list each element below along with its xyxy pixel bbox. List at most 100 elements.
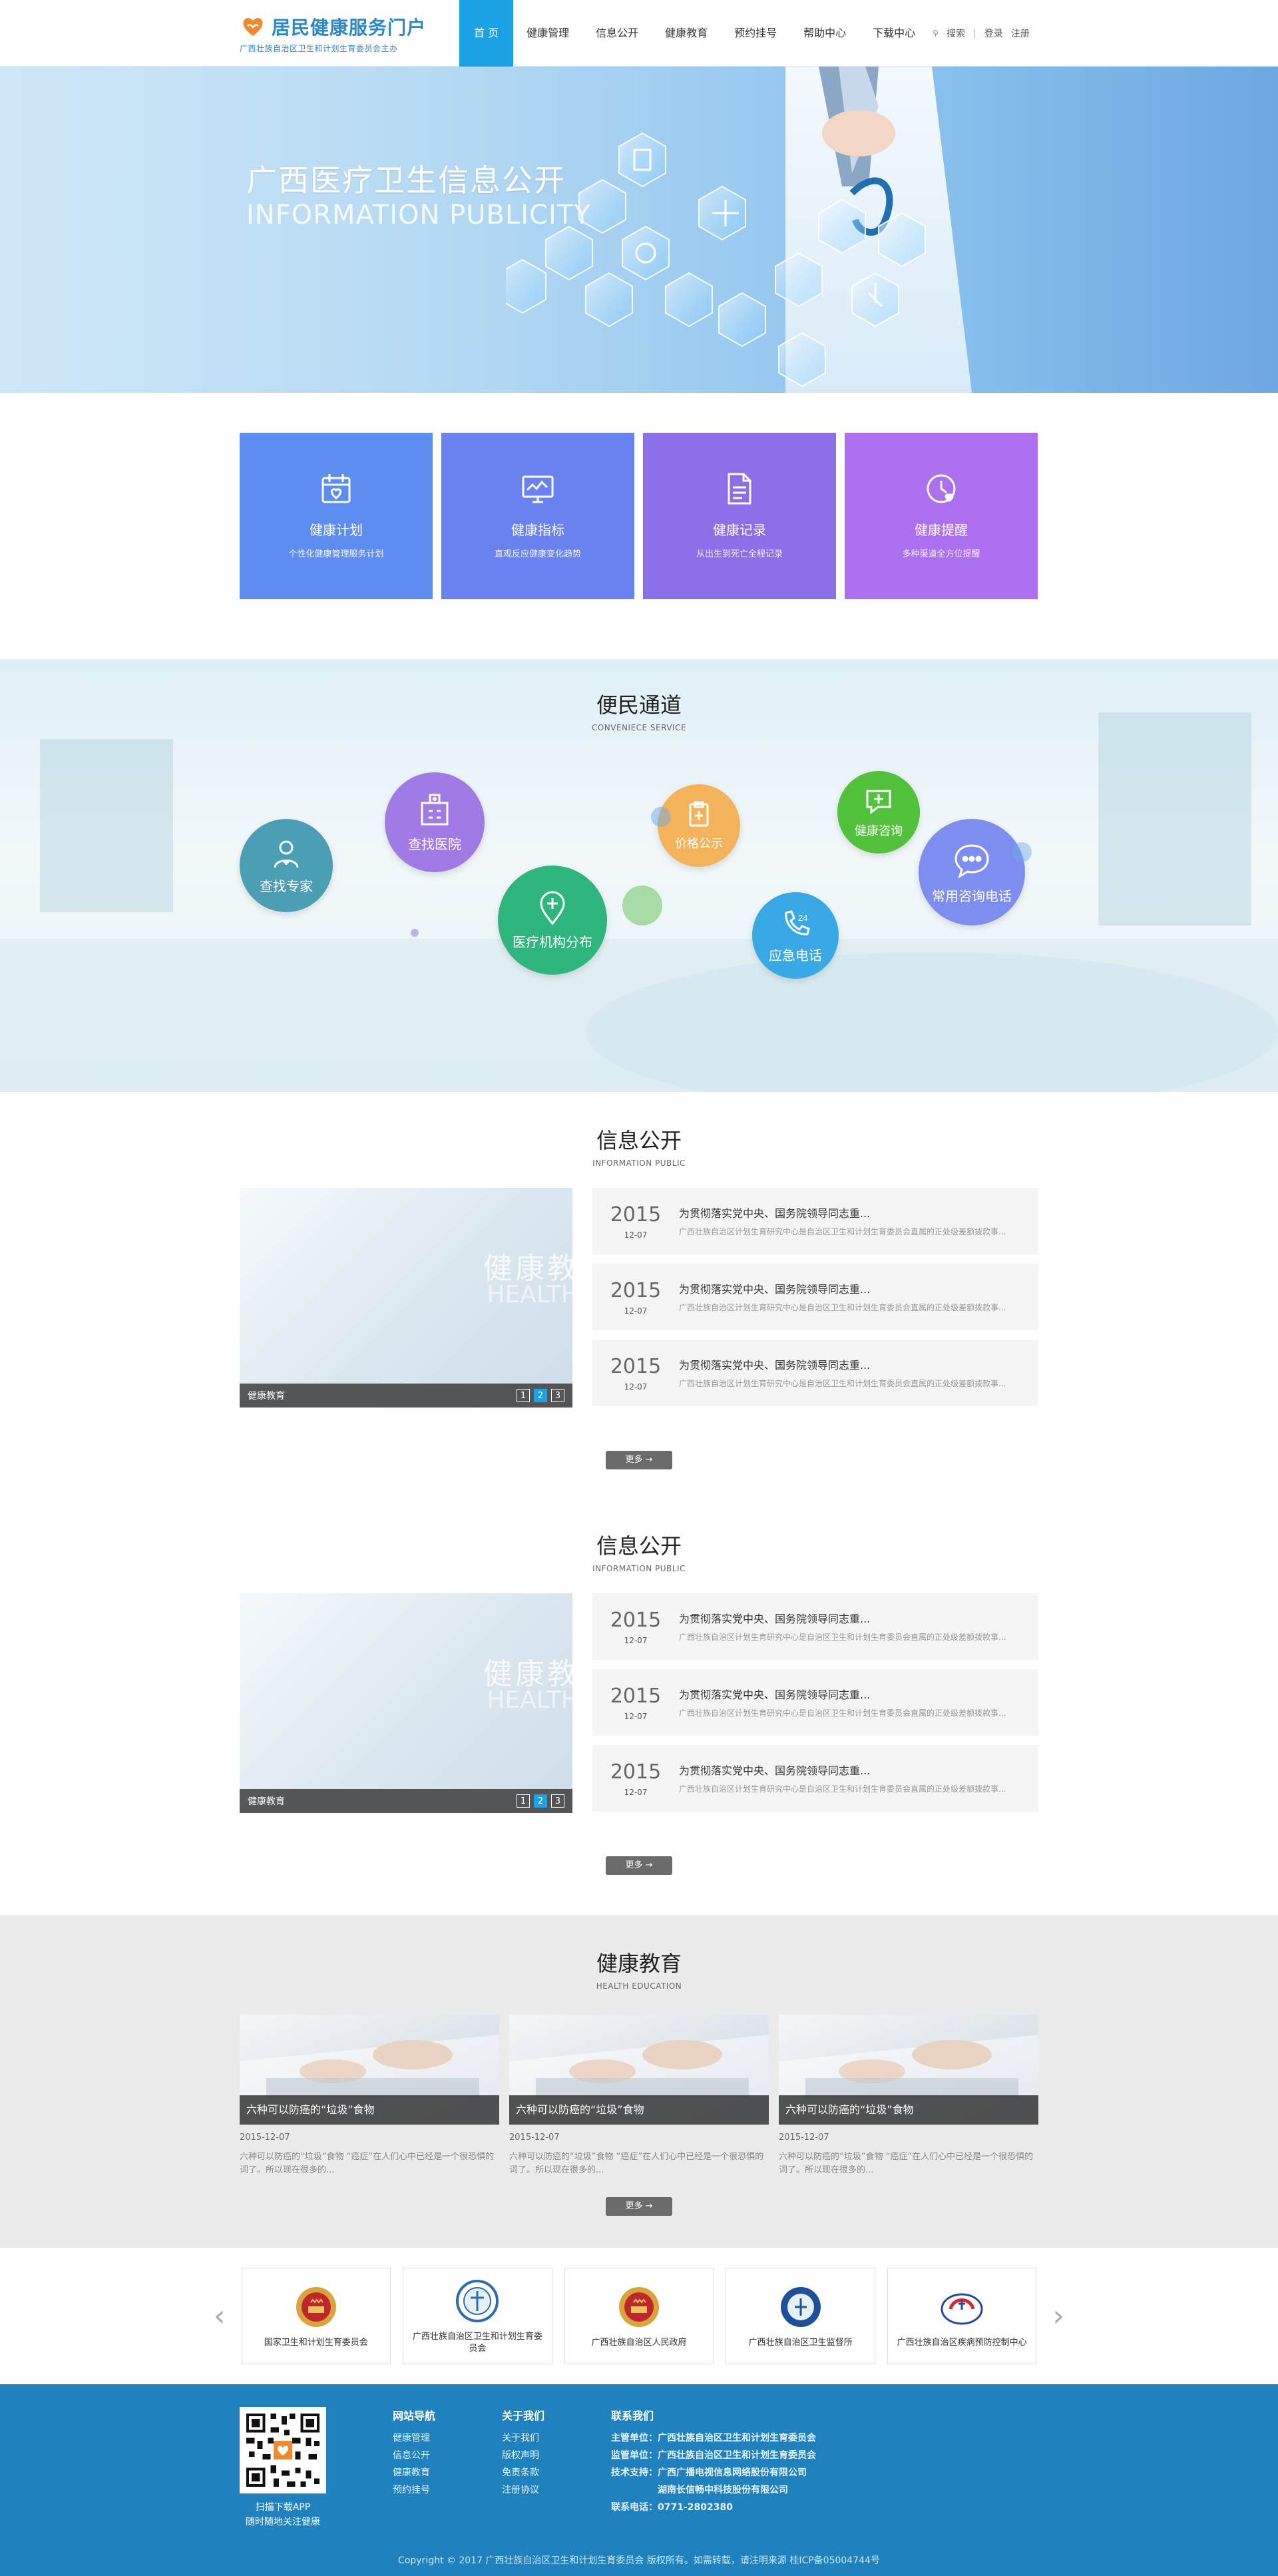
news-item[interactable]: 2015 12-07 为贯彻落实党中央、国务院领导同志重... 广西壮族自治区计划生… [592, 1188, 1038, 1254]
news-summary: 广西壮族自治区计划生育研究中心是自治区卫生和计划生育委员会直属的正处级差额拨款事… [679, 1708, 1006, 1718]
feature-tile-health-index[interactable]: 健康指标 直观反应健康变化趋势 [441, 433, 634, 599]
section-title: 便民通道 [596, 692, 682, 718]
feature-subtitle: 个性化健康管理服务计划 [288, 549, 384, 559]
bubble-health-consult[interactable]: 健康咨询 [837, 771, 920, 854]
chevron-right-icon[interactable]: › [1048, 2299, 1068, 2333]
education-card[interactable]: 六种可以防癌的“垃圾”食物 2015-12-07 六种可以防癌的“垃圾”食物 “… [779, 2015, 1038, 2177]
banner-title: 广西医疗卫生信息公开 [246, 162, 566, 198]
partner-card[interactable]: 广西壮族自治区疾病预防控制中心 [887, 2268, 1037, 2364]
feature-tile-health-record[interactable]: 健康记录 从出生到死亡全程记录 [643, 433, 836, 599]
hero-banner[interactable]: 广西医疗卫生信息公开 INFORMATION PUBLICITY [0, 67, 1278, 393]
pager-button-active[interactable]: 2 [534, 1389, 547, 1402]
image-watermark-en: HEALTH [487, 1686, 572, 1714]
bubble-find-hospital[interactable]: 查找医院 [385, 772, 485, 872]
feature-tile-health-plan[interactable]: 健康计划 个性化健康管理服务计划 [240, 433, 433, 599]
chat-medical-icon [866, 790, 891, 815]
more-button[interactable]: 更多 → [606, 2197, 672, 2216]
partner-card[interactable]: 广西壮族自治区卫生和计划生育委员会 [403, 2268, 552, 2364]
education-card-desc: 六种可以防癌的“垃圾”食物 “癌症”在人们心中已经是一个很恐惧的词了。所以现在很… [779, 2152, 1034, 2175]
feature-subtitle: 直观反应健康变化趋势 [494, 549, 581, 559]
pager-button[interactable]: 1 [517, 1389, 530, 1402]
footer-link[interactable]: 关于我们 [502, 2430, 544, 2447]
banner-subtitle: INFORMATION PUBLICITY [246, 200, 591, 230]
news-item[interactable]: 2015 12-07 为贯彻落实党中央、国务院领导同志重... 广西壮族自治区计划生… [592, 1669, 1038, 1736]
nav-home[interactable]: 首 页 [459, 0, 514, 67]
partner-card[interactable]: 广西壮族自治区人民政府 [564, 2268, 714, 2364]
bubble-common-consult-phone[interactable]: 常用咨询电话 [919, 819, 1025, 925]
feature-title: 健康记录 [713, 522, 766, 538]
education-card-image[interactable]: 六种可以防癌的“垃圾”食物 [509, 2015, 769, 2125]
nav-health-management[interactable]: 健康管理 [513, 0, 582, 67]
image-pager: 1 2 3 [517, 1794, 564, 1808]
education-card-image[interactable]: 六种可以防癌的“垃圾”食物 [779, 2015, 1038, 2125]
clock-heart-icon [927, 474, 956, 503]
info-image-carousel[interactable]: 健康教 HEALTH 健康教育 1 2 3 [240, 1593, 572, 1813]
news-item[interactable]: 2015 12-07 为贯彻落实党中央、国务院领导同志重... 广西壮族自治区计划生… [592, 1264, 1038, 1330]
bubble-emergency-phone[interactable]: 24 应急电话 [752, 892, 839, 979]
qr-code-icon [244, 2411, 322, 2489]
site-logo[interactable]: 居民健康服务门户 广西壮族自治区卫生和计划生育委员会主办 [240, 13, 459, 54]
news-summary: 广西壮族自治区计划生育研究中心是自治区卫生和计划生育委员会直属的正处级差额拨款事… [679, 1784, 1006, 1794]
news-title[interactable]: 为贯彻落实党中央、国务院领导同志重... [679, 1356, 1025, 1372]
footer-link[interactable]: 免责条款 [502, 2464, 544, 2481]
footer-link[interactable]: 健康管理 [393, 2430, 435, 2447]
news-title[interactable]: 为贯彻落实党中央、国务院领导同志重... [679, 1762, 1025, 1778]
search-link[interactable]: 搜索 [947, 27, 965, 40]
footer-link[interactable]: 健康教育 [393, 2464, 435, 2481]
bubble-price-public[interactable]: 价格公示 [658, 784, 740, 867]
footer-link[interactable]: 版权声明 [502, 2447, 544, 2464]
news-day: 12-07 [624, 1711, 648, 1721]
footer-link[interactable]: 预约挂号 [393, 2481, 435, 2499]
info-image-carousel[interactable]: 健康教 HEALTH 健康教育 1 2 3 [240, 1188, 572, 1408]
info-public-section-2: 信息公开 INFORMATION PUBLIC 健康教 HEALTH 健康教育 … [0, 1469, 1278, 1915]
news-title[interactable]: 为贯彻落实党中央、国务院领导同志重... [679, 1610, 1025, 1626]
news-title[interactable]: 为贯彻落实党中央、国务院领导同志重... [679, 1686, 1025, 1702]
feature-tile-health-reminder[interactable]: 健康提醒 多种渠道全方位提醒 [845, 433, 1038, 599]
education-card[interactable]: 六种可以防癌的“垃圾”食物 2015-12-07 六种可以防癌的“垃圾”食物 “… [240, 2015, 499, 2177]
news-title[interactable]: 为贯彻落实党中央、国务院领导同志重... [679, 1204, 1025, 1220]
news-item[interactable]: 2015 12-07 为贯彻落实党中央、国务院领导同志重... 广西壮族自治区计划生… [592, 1593, 1038, 1660]
news-year: 2015 [610, 1278, 662, 1302]
bubble-label: 医疗机构分布 [513, 933, 592, 950]
bubble-institution-distribution[interactable]: 医疗机构分布 [498, 866, 607, 975]
search-icon[interactable]: ⚲ [933, 29, 939, 38]
news-year: 2015 [610, 1354, 662, 1378]
pager-button[interactable]: 3 [551, 1794, 564, 1808]
news-year: 2015 [610, 1684, 662, 1708]
chat-bubble-icon [955, 844, 989, 878]
nav-download-center[interactable]: 下载中心 [859, 0, 929, 67]
image-caption-bar: 健康教育 1 2 3 [240, 1789, 572, 1813]
nav-appointment[interactable]: 预约挂号 [721, 0, 790, 67]
image-caption: 健康教育 [248, 1796, 285, 1807]
chevron-left-icon[interactable]: ‹ [210, 2299, 230, 2333]
partner-card[interactable]: 广西壮族自治区卫生监督所 [726, 2268, 875, 2364]
footer-link[interactable]: 注册协议 [502, 2481, 544, 2499]
decor-dot [1012, 842, 1032, 862]
nav-health-education[interactable]: 健康教育 [652, 0, 721, 67]
pager-button[interactable]: 3 [551, 1389, 564, 1402]
education-card[interactable]: 六种可以防癌的“垃圾”食物 2015-12-07 六种可以防癌的“垃圾”食物 “… [509, 2015, 769, 2177]
nav-help-center[interactable]: 帮助中心 [790, 0, 859, 67]
education-card-date: 2015-12-07 [509, 2133, 560, 2143]
more-button[interactable]: 更多 → [606, 1856, 672, 1875]
more-button[interactable]: 更多 → [606, 1451, 672, 1469]
nav-info-public[interactable]: 信息公开 [582, 0, 652, 67]
footer-link[interactable]: 信息公开 [393, 2447, 435, 2464]
news-date: 2015 12-07 [606, 1609, 666, 1645]
pager-button[interactable]: 1 [517, 1794, 530, 1808]
cdc-logo-icon [941, 2293, 983, 2324]
education-card-image[interactable]: 六种可以防癌的“垃圾”食物 [240, 2015, 499, 2125]
register-link[interactable]: 注册 [1011, 27, 1030, 40]
qr-caption: 随时随地关注健康 [246, 2517, 320, 2527]
pager-button-active[interactable]: 2 [534, 1794, 547, 1808]
partner-card[interactable]: 国家卫生和计划生育委员会 [241, 2268, 391, 2364]
monitor-chart-icon [522, 475, 554, 503]
news-item[interactable]: 2015 12-07 为贯彻落实党中央、国务院领导同志重... 广西壮族自治区计划生… [592, 1745, 1038, 1812]
login-link[interactable]: 登录 [984, 27, 1003, 40]
footer-heading: 关于我们 [502, 2410, 545, 2422]
qr-caption: 扫描下载APP [255, 2502, 311, 2513]
partner-name: 广西壮族自治区卫生监督所 [748, 2337, 853, 2348]
news-title[interactable]: 为贯彻落实党中央、国务院领导同志重... [679, 1280, 1025, 1296]
news-item[interactable]: 2015 12-07 为贯彻落实党中央、国务院领导同志重... 广西壮族自治区计划生… [592, 1340, 1038, 1406]
bubble-find-expert[interactable]: 查找专家 [240, 819, 333, 912]
